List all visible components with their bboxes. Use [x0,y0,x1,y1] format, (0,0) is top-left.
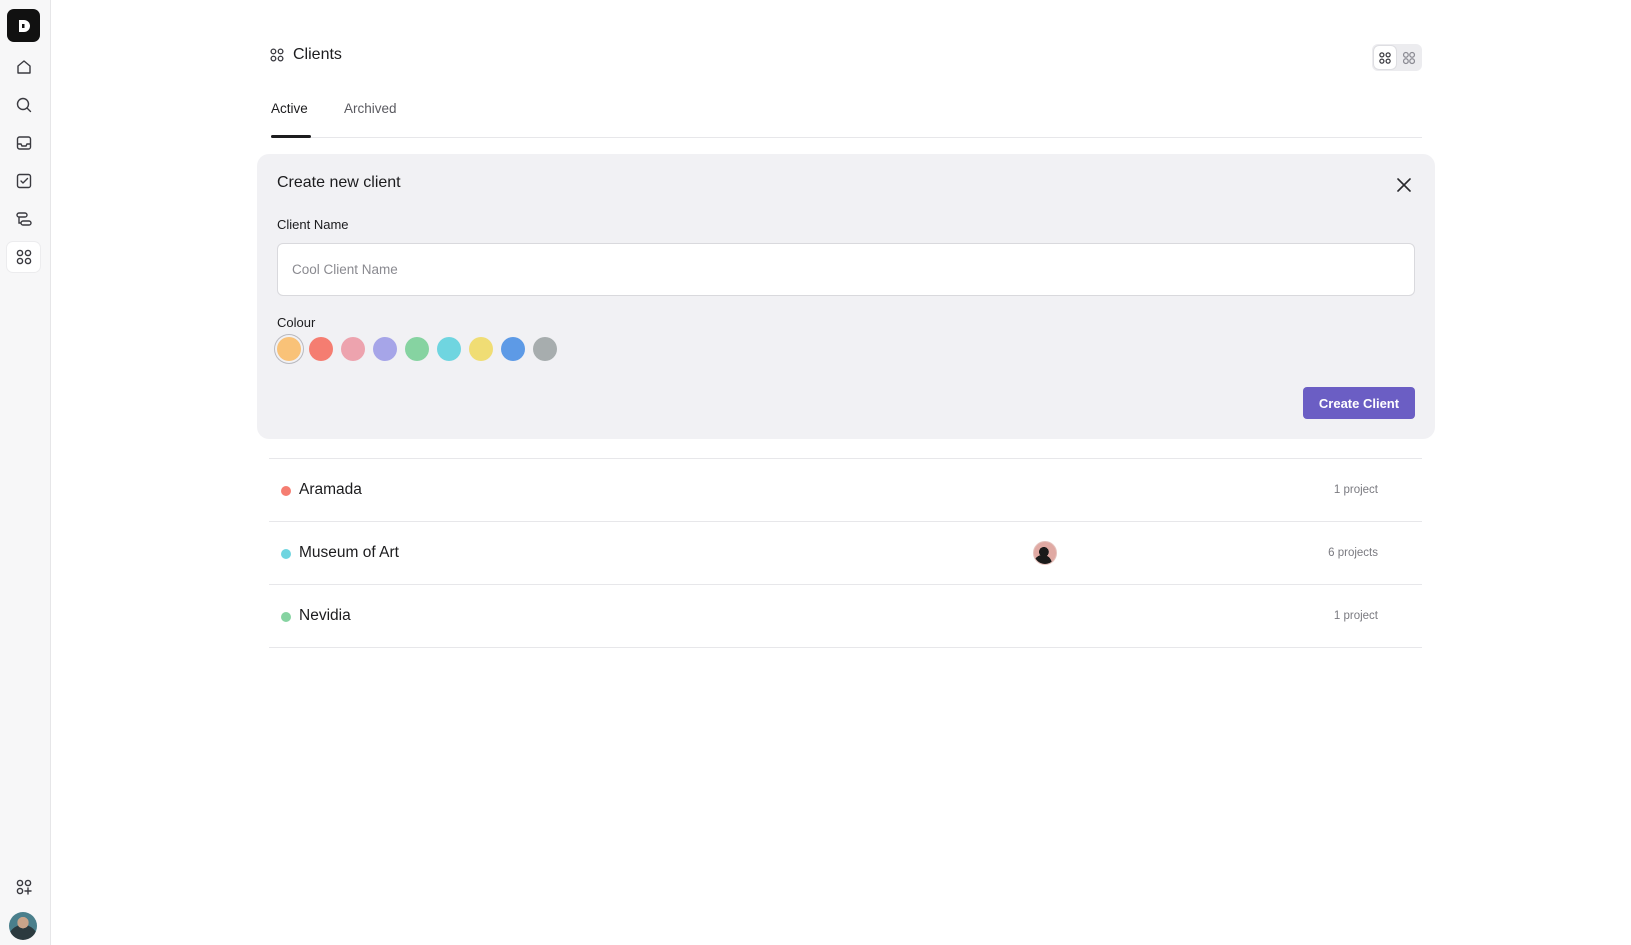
colour-swatch[interactable] [341,337,365,361]
project-count: 1 project [1333,610,1378,622]
colour-swatch[interactable] [277,337,301,361]
member-avatar[interactable] [1033,541,1057,565]
project-count: 1 project [1333,484,1378,496]
grid-view-button[interactable] [1374,46,1396,69]
page-header: Clients [269,46,342,64]
tab-active[interactable]: Active [271,101,308,116]
active-tab-indicator [271,135,311,138]
page-title: Clients [293,46,342,63]
search-icon [16,97,31,113]
close-button[interactable] [1393,174,1415,196]
colour-swatch[interactable] [405,337,429,361]
create-client-button[interactable]: Create Client [1303,387,1415,419]
colour-swatch[interactable] [533,337,557,361]
clients-icon [16,249,31,265]
sidebar-item-add-app[interactable] [7,872,40,902]
colour-swatch[interactable] [373,337,397,361]
create-client-panel: Create new client Client Name Colour Cre… [257,154,1435,439]
colour-swatch[interactable] [437,337,461,361]
client-name-label: Client Name [277,217,349,232]
close-icon [1397,178,1411,192]
clients-icon [270,48,284,62]
sidebar-item-clients[interactable] [7,242,40,272]
add-app-icon [16,879,32,895]
roadmap-icon [15,212,32,226]
sidebar-item-home[interactable] [7,52,40,82]
tab-bar: Active Archived [271,94,1422,138]
client-name: Nevidia [299,607,351,624]
project-count: 6 projects [1328,547,1378,559]
panel-title: Create new client [277,174,401,191]
sidebar [0,0,51,945]
tasks-icon [16,173,31,189]
logo-icon [18,19,30,32]
client-name: Museum of Art [299,544,399,561]
sidebar-item-search[interactable] [7,90,40,120]
colour-picker [277,337,557,361]
sidebar-item-tasks[interactable] [7,166,40,196]
colour-label: Colour [277,315,316,330]
logo[interactable] [7,9,40,42]
tab-label: Archived [344,101,397,116]
colour-swatch[interactable] [309,337,333,361]
grid-view-icon [1379,51,1391,64]
card-view-icon [1402,51,1416,64]
client-color-dot [281,549,291,559]
tab-archived[interactable]: Archived [344,101,397,116]
sidebar-item-roadmap[interactable] [7,204,40,234]
user-avatar[interactable] [9,912,37,940]
client-name-input[interactable] [277,243,1415,296]
sidebar-item-inbox[interactable] [7,128,40,158]
colour-swatch[interactable] [501,337,525,361]
client-row[interactable]: Nevidia 1 project [269,585,1422,648]
client-list: Aramada 1 project Museum of Art 6 projects N… [269,458,1422,648]
inbox-icon [16,136,31,150]
client-name: Aramada [299,481,362,498]
card-view-button[interactable] [1398,46,1420,69]
home-icon [16,60,31,74]
tab-label: Active [271,101,308,116]
client-color-dot [281,612,291,622]
client-color-dot [281,486,291,496]
view-toggle [1372,44,1422,71]
colour-swatch[interactable] [469,337,493,361]
client-row[interactable]: Aramada 1 project [269,459,1422,522]
client-row[interactable]: Museum of Art 6 projects [269,522,1422,585]
